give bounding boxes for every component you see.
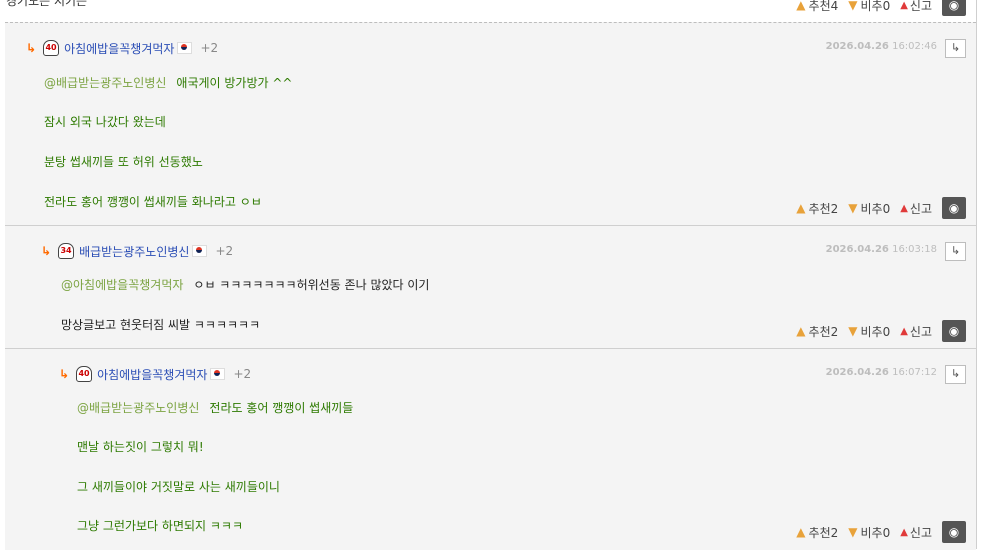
- korea-flag-icon: [210, 368, 226, 380]
- comment-line: 그 새끼들이야 거짓말로 사는 새끼들이니: [77, 480, 280, 494]
- hide-button[interactable]: ◉: [942, 320, 966, 342]
- alert-bell-icon[interactable]: ▲: [900, 527, 908, 538]
- vote-bar: ▲ 추천2 ▼ 비추0 ▲ 신고 ◉: [796, 197, 966, 219]
- level-helmet-icon: 34: [57, 243, 75, 259]
- reply-icon: ↳: [950, 367, 961, 380]
- mention[interactable]: @배급받는광주노인병신: [77, 401, 199, 415]
- alert-bell-icon[interactable]: ▲: [900, 0, 908, 11]
- vote-bar: ▲ 추천2 ▼ 비추0 ▲ 신고 ◉: [796, 320, 966, 342]
- thumbs-up-icon[interactable]: ▲: [796, 201, 805, 215]
- parent-comment-footer: 경기도는 지키는 ▲ 추천4 ▼ 비추0 ▲ 신고 ◉: [0, 0, 976, 22]
- comment-date: 2026.04.26 16:07:12: [825, 367, 937, 378]
- comment-line: @배급받는광주노인병신 전라도 홍어 깽깽이 썹새끼들: [77, 401, 354, 415]
- hide-button[interactable]: ◉: [942, 0, 966, 16]
- reply-icon: ↳: [950, 41, 961, 54]
- thumbs-up-icon[interactable]: ▲: [796, 0, 805, 12]
- thumbs-down-icon[interactable]: ▼: [848, 324, 857, 338]
- comment-header: ↳ 40 아침에밥을꼭챙겨먹자 +2: [59, 365, 251, 383]
- eye-slash-icon: ◉: [948, 525, 960, 539]
- reply-comment: ↳ 40 아침에밥을꼭챙겨먹자 +2 2026.04.26 16:02:46 ↳…: [5, 22, 976, 225]
- upvote-count[interactable]: 추천4: [809, 0, 839, 14]
- plus-count: +2: [215, 244, 234, 258]
- korea-flag-icon: [192, 245, 208, 257]
- reply-comment: ↳ 40 아침에밥을꼭챙겨먹자 +2 2026.04.26 16:07:12 ↳…: [5, 348, 976, 550]
- comment-line: 전라도 홍어 깽깽이 썹새끼들 화나라고 ㅇㅂ: [44, 195, 262, 209]
- mention[interactable]: @아침에밥을꼭챙겨먹자: [61, 278, 183, 292]
- comment-line: 맨날 하는짓이 그렇치 뭐!: [77, 440, 204, 454]
- report-link[interactable]: 신고: [910, 323, 932, 340]
- author-nickname[interactable]: 아침에밥을꼭챙겨먹자: [97, 366, 207, 383]
- comment-line: @배급받는광주노인병신 애국게이 방가방가 ^^: [44, 76, 293, 90]
- report-link[interactable]: 신고: [910, 200, 932, 217]
- thumbs-up-icon[interactable]: ▲: [796, 324, 805, 338]
- eye-slash-icon: ◉: [948, 201, 960, 215]
- thumbs-up-icon[interactable]: ▲: [796, 525, 805, 539]
- comment-thread: 경기도는 지키는 ▲ 추천4 ▼ 비추0 ▲ 신고 ◉ ↳ 40 아침에밥을꼭챙…: [0, 0, 976, 550]
- comment-line: 망상글보고 현웃터짐 씨발 ㅋㅋㅋㅋㅋㅋ: [61, 318, 261, 332]
- comment-date: 2026.04.26 16:02:46: [825, 41, 937, 52]
- alert-bell-icon[interactable]: ▲: [900, 326, 908, 337]
- level-helmet-icon: 40: [42, 40, 60, 56]
- mention[interactable]: @배급받는광주노인병신: [44, 76, 166, 90]
- plus-count: +2: [200, 41, 219, 55]
- comment-date: 2026.04.26 16:03:18: [825, 244, 937, 255]
- report-link[interactable]: 신고: [910, 0, 932, 14]
- reply-arrow-icon: ↳: [41, 244, 52, 258]
- thumbs-down-icon[interactable]: ▼: [848, 201, 857, 215]
- reply-button[interactable]: ↳: [945, 39, 966, 58]
- reply-arrow-icon: ↳: [26, 41, 37, 55]
- plus-count: +2: [233, 367, 252, 381]
- parent-comment-text: 경기도는 지키는: [6, 0, 88, 8]
- comment-line: 잠시 외국 나갔다 왔는데: [44, 115, 166, 129]
- upvote-count[interactable]: 추천2: [809, 524, 839, 541]
- reply-button[interactable]: ↳: [945, 365, 966, 384]
- downvote-count[interactable]: 비추0: [860, 0, 890, 14]
- parent-vote-bar: ▲ 추천4 ▼ 비추0 ▲ 신고 ◉: [796, 0, 966, 16]
- eye-slash-icon: ◉: [948, 0, 960, 12]
- reply-button[interactable]: ↳: [945, 242, 966, 261]
- hide-button[interactable]: ◉: [942, 521, 966, 543]
- alert-bell-icon[interactable]: ▲: [900, 203, 908, 214]
- downvote-count[interactable]: 비추0: [860, 524, 890, 541]
- author-nickname[interactable]: 아침에밥을꼭챙겨먹자: [64, 40, 174, 57]
- comment-line: @아침에밥을꼭챙겨먹자 ㅇㅂ ㅋㅋㅋㅋㅋㅋㅋ허위선동 존나 많았다 이기: [61, 278, 430, 292]
- comment-header: ↳ 40 아침에밥을꼭챙겨먹자 +2: [26, 39, 218, 57]
- thumbs-down-icon[interactable]: ▼: [848, 0, 857, 12]
- reply-comment: ↳ 34 배급받는광주노인병신 +2 2026.04.26 16:03:18 ↳…: [5, 225, 976, 348]
- right-border: [976, 0, 977, 549]
- reply-icon: ↳: [950, 244, 961, 257]
- comment-line: 분탕 썹새끼들 또 허위 선동했노: [44, 155, 203, 169]
- author-nickname[interactable]: 배급받는광주노인병신: [79, 243, 189, 260]
- korea-flag-icon: [177, 42, 193, 54]
- vote-bar: ▲ 추천2 ▼ 비추0 ▲ 신고 ◉: [796, 521, 966, 543]
- upvote-count[interactable]: 추천2: [809, 323, 839, 340]
- hide-button[interactable]: ◉: [942, 197, 966, 219]
- reply-arrow-icon: ↳: [59, 367, 70, 381]
- level-helmet-icon: 40: [75, 366, 93, 382]
- downvote-count[interactable]: 비추0: [860, 323, 890, 340]
- upvote-count[interactable]: 추천2: [809, 200, 839, 217]
- comment-header: ↳ 34 배급받는광주노인병신 +2: [41, 242, 233, 260]
- thumbs-down-icon[interactable]: ▼: [848, 525, 857, 539]
- report-link[interactable]: 신고: [910, 524, 932, 541]
- downvote-count[interactable]: 비추0: [860, 200, 890, 217]
- eye-slash-icon: ◉: [948, 324, 960, 338]
- comment-line: 그냥 그런가보다 하면되지 ㅋㅋㅋ: [77, 519, 244, 533]
